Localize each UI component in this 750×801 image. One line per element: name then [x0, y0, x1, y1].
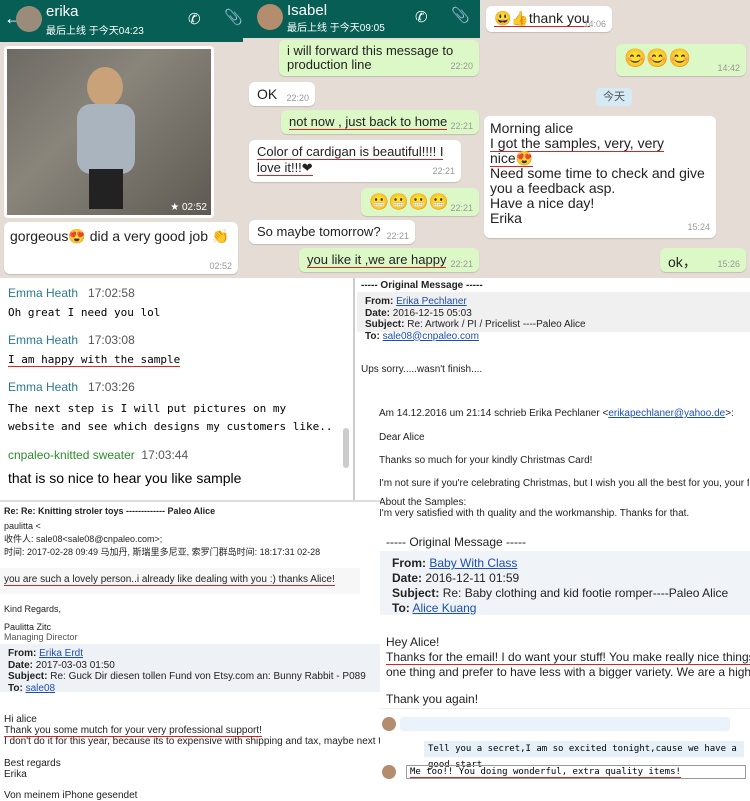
contact-name[interactable]: Isabel — [287, 2, 327, 19]
signature-title: Managing Director — [4, 632, 78, 642]
message-text: The next step is I will put pictures on … — [8, 402, 333, 433]
chat-panel-isabel: Isabel 最后上线 于今天09:05 ✆ 📎 i will forward … — [243, 0, 480, 278]
avatar — [382, 717, 396, 731]
to-link[interactable]: sale08 — [26, 683, 55, 694]
message-bubble[interactable]: 😃👍thank you 14:06 — [486, 6, 612, 32]
last-seen: 最后上线 于今天09:05 — [287, 23, 385, 34]
email-message: you are such a lovely person..i already … — [4, 574, 335, 586]
message-time: 17:03:44 — [141, 448, 189, 462]
signature-name: Paulitta Zitc — [4, 622, 52, 632]
email-header-divider: ----- Original Message ----- — [386, 535, 527, 549]
chat-snippet-panel: Tell you a secret,I am so excited tonigh… — [380, 708, 750, 800]
message-text: Me too!! You doing wonderful, extra qual… — [406, 765, 746, 779]
message-bubble[interactable]: gorgeous😍 did a very good job 👏 02:52 — [4, 222, 238, 274]
email-panel-pechlaner: ----- Original Message ----- From: Erika… — [357, 278, 750, 523]
message-time: 17:03:26 — [88, 380, 135, 394]
message-text: Tell you a secret,I am so excited tonigh… — [424, 741, 744, 770]
attach-icon[interactable]: 📎 — [224, 8, 243, 26]
contact-name[interactable]: erika — [46, 3, 79, 20]
email-link[interactable]: erikapechlaner@yahoo.de — [608, 408, 725, 419]
message-time: 02:52 — [209, 261, 232, 271]
date-divider: 今天 — [596, 88, 632, 106]
email-header-divider: ----- Original Message ----- — [361, 280, 483, 291]
message-bubble[interactable]: you like it ,we are happy 22:21 — [299, 248, 479, 272]
sender-name: Emma Heath — [8, 380, 79, 394]
phone-icon[interactable]: ✆ — [188, 10, 201, 28]
email-panel-babywithclass: ----- Original Message ----- From: Baby … — [380, 523, 750, 706]
last-seen: 最后上线 于今天04:23 — [46, 26, 144, 37]
child-photo[interactable]: ★ 02:52 — [7, 49, 211, 215]
message-time: 17:02:58 — [88, 286, 135, 300]
message-bubble[interactable]: 😬😬😬😬 22:21 — [361, 188, 479, 216]
message-text: that is so nice to hear you like sample — [8, 470, 242, 486]
photo-message[interactable]: ★ 02:52 — [4, 46, 214, 218]
from-link[interactable]: Baby With Class — [429, 556, 517, 570]
sent-from: Von meinem iPhone gesendet — [4, 790, 138, 801]
phone-icon[interactable]: ✆ — [415, 8, 428, 26]
message-text: I am happy with the sample — [8, 353, 181, 367]
avatar[interactable] — [257, 4, 283, 30]
avatar — [382, 765, 396, 779]
email-panel-paulitta: Re: Re: Knitting stroler toys ----------… — [0, 500, 380, 642]
sender-name: cnpaleo-knitted sweater — [8, 448, 135, 462]
chat-panel-erika: ← erika 最后上线 于今天04:23 ✆ 📎 ★ 02:52 gorgeo… — [0, 0, 243, 278]
message-bubble[interactable]: OK 22:20 — [249, 82, 315, 106]
email-subject: Re: Re: Knitting stroler toys ----------… — [4, 506, 216, 516]
email-body-line: Ups sorry.....wasn't finish.... — [361, 364, 483, 375]
message-text: Oh great I need you lol — [8, 306, 161, 319]
sender-name: Emma Heath — [8, 286, 79, 300]
avatar[interactable] — [16, 6, 42, 32]
chat-header: Isabel 最后上线 于今天09:05 ✆ 📎 — [243, 0, 480, 38]
message-bubble[interactable]: Morning alice I got the samples, very, v… — [484, 116, 716, 238]
chat-panel-thanks: 😃👍thank you 14:06 😊😊😊 14:42 今天 Morning ali… — [480, 0, 750, 278]
message-bubble[interactable]: ok， 15:26 — [660, 248, 746, 272]
message-bubble[interactable]: Color of cardigan is beautiful!!!! I lov… — [249, 140, 461, 182]
sender-name: Emma Heath — [8, 333, 79, 347]
chat-header: ← erika 最后上线 于今天04:23 ✆ 📎 — [0, 0, 243, 42]
message-bubble[interactable]: i will forward this message to productio… — [279, 40, 479, 76]
chat-log-panel: Emma Heath 17:02:58 Oh great I need you … — [0, 278, 355, 500]
scrollbar[interactable] — [343, 428, 349, 468]
email-panel-erdt: From: Erika Erdt Date: 2017-03-03 01:50 … — [0, 642, 380, 801]
from-link[interactable]: Erika Pechlaner — [396, 296, 467, 307]
to-link[interactable]: sale08@cnpaleo.com — [383, 331, 479, 342]
message-time: 17:03:08 — [88, 333, 135, 347]
photo-time: ★ 02:52 — [170, 202, 207, 213]
kind-regards: Kind Regards, — [4, 604, 62, 614]
message-bubble[interactable]: not now , just back to home 22:21 — [281, 110, 479, 134]
attach-icon[interactable]: 📎 — [451, 6, 470, 24]
to-link[interactable]: Alice Kuang — [412, 601, 476, 615]
message-bubble[interactable]: 😊😊😊 14:42 — [616, 44, 746, 76]
message-bubble[interactable]: So maybe tomorrow? 22:21 — [249, 220, 415, 244]
from-link[interactable]: Erika Erdt — [39, 648, 83, 659]
